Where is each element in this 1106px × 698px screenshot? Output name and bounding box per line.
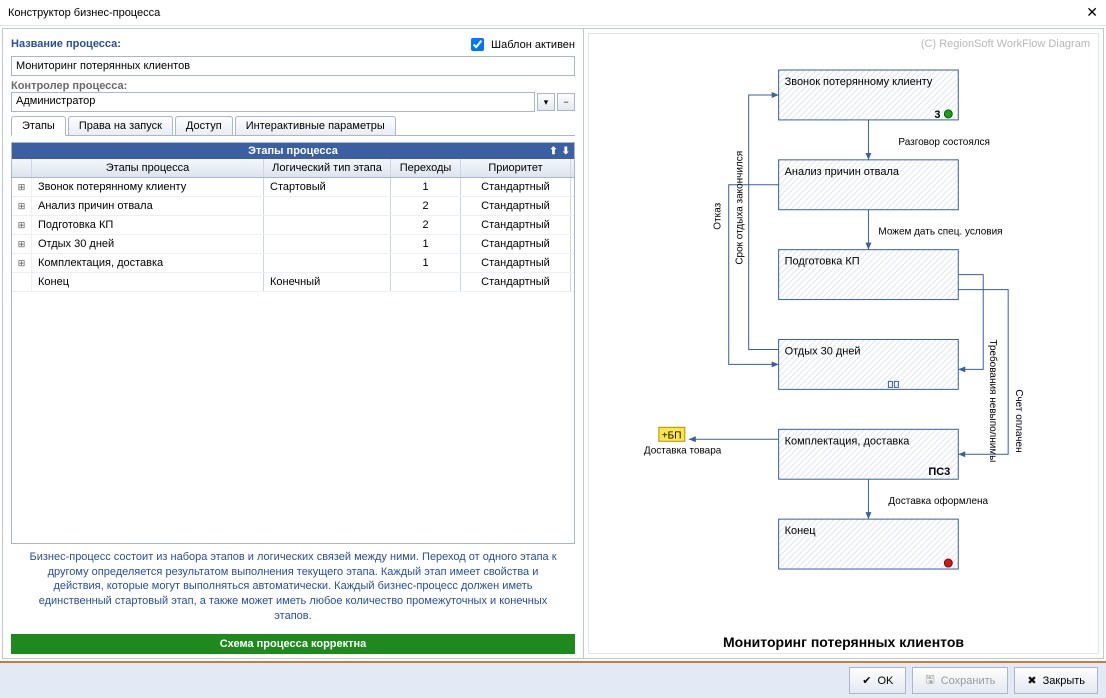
grid-move-down-icon[interactable]: ⬇	[562, 146, 570, 157]
controller-label: Контролер процесса:	[11, 80, 575, 92]
table-row[interactable]: ⊞Комплектация, доставка 1Стандартный	[12, 254, 574, 273]
table-row[interactable]: ⊞Анализ причин отвала 2Стандартный	[12, 197, 574, 216]
controller-clear-button[interactable]: −	[557, 93, 575, 111]
cell-type	[264, 254, 391, 272]
cell-type	[264, 235, 391, 253]
svg-text:3: 3	[934, 109, 940, 121]
grid-col-priority[interactable]: Приоритет	[461, 159, 571, 177]
cell-type	[264, 197, 391, 215]
expand-icon[interactable]: ⊞	[12, 178, 32, 196]
svg-text:Можем дать спец. условия: Можем дать спец. условия	[878, 227, 1002, 238]
hint-text: Бизнес-процесс состоит из набора этапов …	[11, 544, 575, 630]
expand-icon[interactable]: ⊞	[12, 197, 32, 215]
cell-priority: Стандартный	[461, 216, 571, 234]
grid-expand-column	[12, 159, 32, 177]
template-active-input[interactable]	[471, 38, 484, 51]
cell-transitions	[391, 273, 461, 291]
expand-icon[interactable]	[12, 273, 32, 291]
grid-col-type[interactable]: Логический тип этапа	[264, 159, 391, 177]
cell-name: Звонок потерянному клиенту	[32, 178, 264, 196]
save-icon: 🖫	[925, 671, 934, 690]
close-button[interactable]: ✖ Закрыть	[1014, 667, 1098, 694]
cell-type: Стартовый	[264, 178, 391, 196]
window-title: Конструктор бизнес-процесса	[8, 7, 160, 19]
expand-icon[interactable]: ⊞	[12, 254, 32, 272]
tab-interactive-params[interactable]: Интерактивные параметры	[235, 116, 396, 135]
template-active-checkbox[interactable]: Шаблон активен	[467, 35, 575, 54]
node-prepare-offer[interactable]: Подготовка КП	[779, 250, 959, 300]
cell-name: Отдых 30 дней	[32, 235, 264, 253]
cell-transitions: 1	[391, 235, 461, 253]
node-end[interactable]: Конец	[779, 519, 959, 569]
process-name-label: Название процесса:	[11, 38, 121, 50]
status-bar: Схема процесса корректна	[11, 634, 575, 654]
check-icon: ✔	[862, 674, 871, 687]
cell-transitions: 1	[391, 254, 461, 272]
grid-move-up-icon[interactable]: ⬆	[549, 146, 557, 157]
node-analysis[interactable]: Анализ причин отвала	[779, 160, 959, 210]
cell-priority: Стандартный	[461, 273, 571, 291]
process-name-input[interactable]	[11, 56, 575, 76]
cell-priority: Стандартный	[461, 178, 571, 196]
cell-name: Анализ причин отвала	[32, 197, 264, 215]
cell-name: Комплектация, доставка	[32, 254, 264, 272]
close-icon[interactable]: ✕	[1086, 4, 1098, 21]
workflow-diagram: Звонок потерянному клиенту 3 Анализ прич…	[589, 34, 1098, 625]
cell-priority: Стандартный	[461, 254, 571, 272]
svg-text:Комплектация, доставка: Комплектация, доставка	[785, 435, 911, 447]
svg-text:ПС3: ПС3	[928, 466, 950, 478]
svg-text:Отдых 30 дней: Отдых 30 дней	[785, 345, 861, 357]
cancel-icon: ✖	[1027, 674, 1036, 687]
expand-icon[interactable]: ⊞	[12, 235, 32, 253]
grid-col-transitions[interactable]: Переходы	[391, 159, 461, 177]
cell-transitions: 1	[391, 178, 461, 196]
table-row[interactable]: ⊞Отдых 30 дней 1Стандартный	[12, 235, 574, 254]
svg-text:Разговор состоялся: Разговор состоялся	[898, 137, 990, 148]
svg-text:Счет оплачен: Счет оплачен	[1013, 389, 1024, 452]
diagram-copyright: (C) RegionSoft WorkFlow Diagram	[921, 38, 1090, 50]
svg-text:Анализ причин отвала: Анализ причин отвала	[785, 166, 900, 178]
svg-text:Срок отдыха закончился: Срок отдыха закончился	[735, 151, 746, 265]
save-button[interactable]: 🖫 Сохранить	[912, 667, 1008, 694]
table-row[interactable]: КонецКонечный Стандартный	[12, 273, 574, 292]
svg-text:Доставка оформлена: Доставка оформлена	[888, 496, 988, 507]
ok-button[interactable]: ✔ OK	[849, 667, 906, 694]
controller-dropdown-button[interactable]: ▾	[537, 93, 555, 111]
diagram-title: Мониторинг потерянных клиентов	[589, 628, 1098, 656]
table-row[interactable]: ⊞Подготовка КП 2Стандартный	[12, 216, 574, 235]
node-delivery[interactable]: Комплектация, доставка ПС3	[779, 429, 959, 479]
cell-type: Конечный	[264, 273, 391, 291]
svg-text:Отказ: Отказ	[713, 202, 724, 229]
svg-text:Требования невыполнимы: Требования невыполнимы	[987, 339, 998, 462]
tab-stages[interactable]: Этапы	[11, 116, 66, 136]
cell-transitions: 2	[391, 216, 461, 234]
grid-col-name[interactable]: Этапы процесса	[32, 159, 264, 177]
cell-transitions: 2	[391, 197, 461, 215]
tab-launch-rights[interactable]: Права на запуск	[68, 116, 173, 135]
svg-text:Подготовка КП: Подготовка КП	[785, 256, 860, 268]
template-active-label: Шаблон активен	[491, 39, 575, 51]
controller-select-display[interactable]: Администратор	[11, 92, 535, 112]
svg-text:Звонок потерянному клиенту: Звонок потерянному клиенту	[785, 76, 933, 88]
grid-title: Этапы процесса	[248, 145, 338, 157]
cell-priority: Стандартный	[461, 197, 571, 215]
cell-type	[264, 216, 391, 234]
node-rest-30[interactable]: Отдых 30 дней	[779, 339, 959, 389]
svg-text:+БП: +БП	[662, 430, 682, 441]
node-call-lost-client[interactable]: Звонок потерянному клиенту 3	[779, 70, 959, 121]
svg-text:Доставка товара: Доставка товара	[644, 445, 722, 456]
tab-access[interactable]: Доступ	[175, 116, 233, 135]
cell-name: Конец	[32, 273, 264, 291]
table-row[interactable]: ⊞Звонок потерянному клиентуСтартовый1Ста…	[12, 178, 574, 197]
expand-icon[interactable]: ⊞	[12, 216, 32, 234]
cell-name: Подготовка КП	[32, 216, 264, 234]
svg-text:Конец: Конец	[785, 525, 817, 537]
grid-title-bar: Этапы процесса ⬆ ⬇	[12, 143, 574, 159]
cell-priority: Стандартный	[461, 235, 571, 253]
